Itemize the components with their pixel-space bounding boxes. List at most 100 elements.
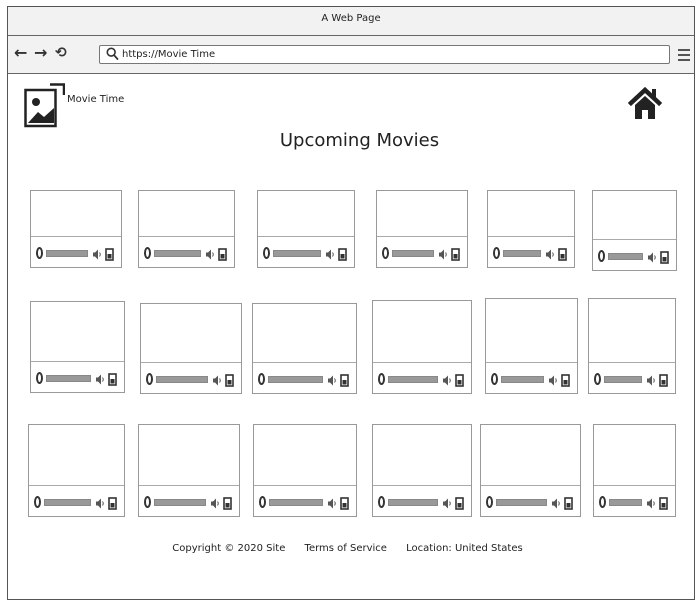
video-player[interactable] (592, 190, 677, 271)
video-screen[interactable] (589, 299, 675, 363)
fullscreen-icon[interactable] (105, 246, 114, 261)
play-icon[interactable] (34, 496, 41, 508)
seek-bar[interactable] (46, 250, 88, 257)
fullscreen-icon[interactable] (659, 372, 668, 387)
play-icon[interactable] (493, 247, 500, 259)
play-icon[interactable] (259, 496, 266, 508)
video-screen[interactable] (373, 425, 471, 486)
fullscreen-icon[interactable] (223, 495, 232, 510)
video-player[interactable] (593, 424, 676, 517)
video-player[interactable] (30, 190, 122, 268)
video-screen[interactable] (31, 302, 124, 362)
seek-bar[interactable] (273, 250, 321, 257)
seek-bar[interactable] (604, 376, 642, 383)
play-icon[interactable] (36, 372, 43, 384)
seek-bar[interactable] (154, 250, 201, 257)
seek-bar[interactable] (388, 499, 438, 506)
play-icon[interactable] (146, 373, 153, 385)
seek-bar[interactable] (503, 250, 541, 257)
fullscreen-icon[interactable] (561, 372, 570, 387)
seek-bar[interactable] (156, 376, 208, 383)
volume-icon[interactable] (545, 246, 555, 260)
play-icon[interactable] (599, 496, 606, 508)
seek-bar[interactable] (388, 376, 438, 383)
video-screen[interactable] (253, 304, 356, 363)
video-player[interactable] (28, 424, 125, 517)
play-icon[interactable] (594, 373, 601, 385)
fullscreen-icon[interactable] (340, 372, 349, 387)
video-screen[interactable] (139, 425, 239, 486)
fullscreen-icon[interactable] (108, 495, 117, 510)
volume-icon[interactable] (646, 495, 656, 509)
fullscreen-icon[interactable] (558, 246, 567, 261)
seek-bar[interactable] (46, 375, 91, 382)
play-icon[interactable] (486, 496, 493, 508)
video-player[interactable] (138, 190, 235, 268)
volume-icon[interactable] (212, 372, 222, 386)
fullscreen-icon[interactable] (218, 246, 227, 261)
video-player[interactable] (30, 301, 125, 393)
seek-bar[interactable] (608, 253, 643, 260)
seek-bar[interactable] (392, 250, 434, 257)
volume-icon[interactable] (647, 249, 657, 263)
terms-of-service-link[interactable]: Terms of Service (305, 543, 387, 554)
video-screen[interactable] (139, 191, 234, 237)
video-player[interactable] (376, 190, 468, 268)
fullscreen-icon[interactable] (564, 495, 573, 510)
play-icon[interactable] (382, 247, 389, 259)
video-player[interactable] (485, 298, 578, 394)
seek-bar[interactable] (268, 376, 323, 383)
fullscreen-icon[interactable] (340, 495, 349, 510)
volume-icon[interactable] (438, 246, 448, 260)
video-player[interactable] (257, 190, 355, 268)
video-player[interactable] (588, 298, 676, 394)
volume-icon[interactable] (548, 372, 558, 386)
volume-icon[interactable] (325, 246, 335, 260)
seek-bar[interactable] (609, 499, 642, 506)
video-screen[interactable] (481, 425, 580, 486)
seek-bar[interactable] (154, 499, 206, 506)
fullscreen-icon[interactable] (108, 371, 117, 386)
volume-icon[interactable] (205, 246, 215, 260)
play-icon[interactable] (491, 373, 498, 385)
seek-bar[interactable] (269, 499, 323, 506)
video-screen[interactable] (258, 191, 354, 237)
volume-icon[interactable] (442, 495, 452, 509)
fullscreen-icon[interactable] (451, 246, 460, 261)
fullscreen-icon[interactable] (455, 372, 464, 387)
play-icon[interactable] (258, 373, 265, 385)
volume-icon[interactable] (327, 372, 337, 386)
play-icon[interactable] (378, 496, 385, 508)
video-screen[interactable] (141, 304, 241, 363)
volume-icon[interactable] (210, 495, 220, 509)
video-player[interactable] (480, 424, 581, 517)
video-player[interactable] (140, 303, 242, 394)
play-icon[interactable] (598, 250, 605, 262)
video-player[interactable] (372, 300, 472, 394)
volume-icon[interactable] (95, 495, 105, 509)
volume-icon[interactable] (92, 246, 102, 260)
video-screen[interactable] (594, 425, 675, 486)
video-screen[interactable] (486, 299, 577, 363)
volume-icon[interactable] (327, 495, 337, 509)
fullscreen-icon[interactable] (660, 249, 669, 264)
fullscreen-icon[interactable] (455, 495, 464, 510)
video-player[interactable] (253, 424, 357, 517)
play-icon[interactable] (144, 496, 151, 508)
volume-icon[interactable] (646, 372, 656, 386)
fullscreen-icon[interactable] (338, 246, 347, 261)
volume-icon[interactable] (95, 371, 105, 385)
video-screen[interactable] (377, 191, 467, 237)
video-player[interactable] (138, 424, 240, 517)
play-icon[interactable] (378, 373, 385, 385)
video-screen[interactable] (29, 425, 124, 486)
volume-icon[interactable] (551, 495, 561, 509)
fullscreen-icon[interactable] (225, 372, 234, 387)
seek-bar[interactable] (496, 499, 547, 506)
video-player[interactable] (252, 303, 357, 394)
seek-bar[interactable] (501, 376, 544, 383)
video-player[interactable] (372, 424, 472, 517)
video-player[interactable] (487, 190, 575, 268)
fullscreen-icon[interactable] (659, 495, 668, 510)
play-icon[interactable] (263, 247, 270, 259)
